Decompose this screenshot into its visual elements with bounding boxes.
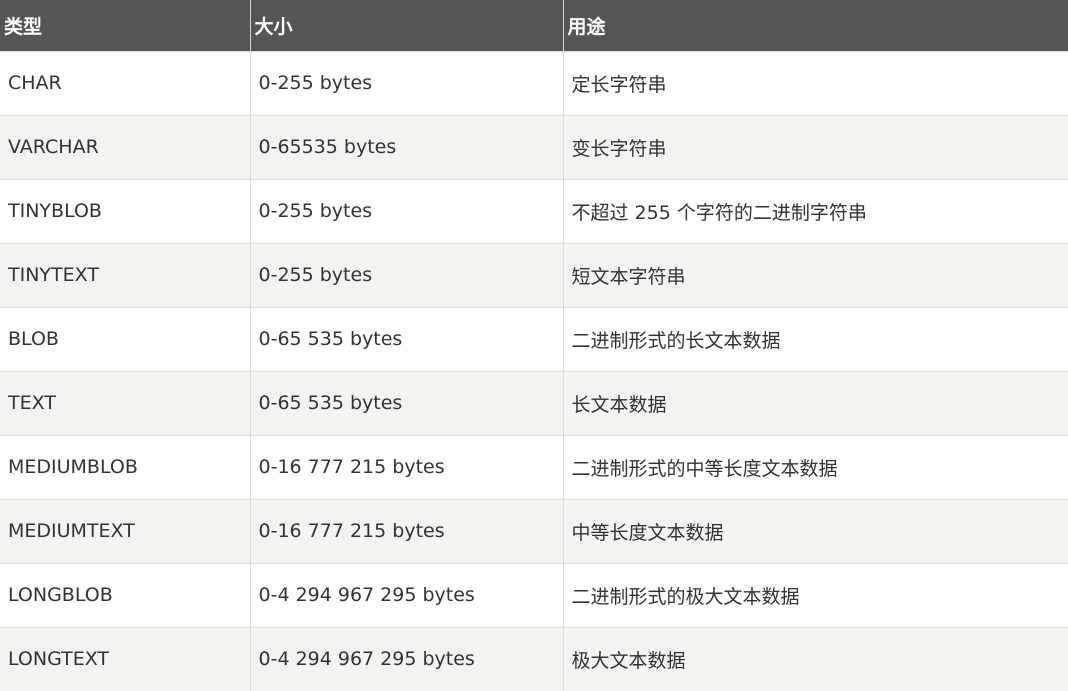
table-row: BLOB 0-65 535 bytes 二进制形式的长文本数据 — [0, 306, 1068, 371]
table-row: VARCHAR 0-65535 bytes 变长字符串 — [0, 114, 1068, 179]
header-type: 类型 — [0, 0, 250, 51]
table-body: CHAR 0-255 bytes 定长字符串 VARCHAR 0-65535 b… — [0, 50, 1068, 691]
type-cell: MEDIUMBLOB — [0, 434, 250, 499]
table-row: MEDIUMTEXT 0-16 777 215 bytes 中等长度文本数据 — [0, 498, 1068, 563]
usage-cell: 定长字符串 — [562, 50, 1068, 115]
header-row: 类型 大小 用途 — [0, 0, 1068, 51]
usage-cell: 不超过 255 个字符的二进制字符串 — [562, 178, 1068, 243]
table-row: TEXT 0-65 535 bytes 长文本数据 — [0, 370, 1068, 435]
size-cell: 0-65535 bytes — [249, 114, 563, 179]
usage-cell: 短文本字符串 — [562, 242, 1068, 307]
usage-cell: 极大文本数据 — [562, 626, 1068, 691]
type-cell: TINYTEXT — [0, 242, 250, 307]
header-size: 大小 — [249, 0, 563, 51]
usage-cell: 二进制形式的中等长度文本数据 — [562, 434, 1068, 499]
table-row: CHAR 0-255 bytes 定长字符串 — [0, 50, 1068, 115]
size-cell: 0-4 294 967 295 bytes — [249, 562, 563, 627]
table-row: TINYTEXT 0-255 bytes 短文本字符串 — [0, 242, 1068, 307]
table-row: MEDIUMBLOB 0-16 777 215 bytes 二进制形式的中等长度… — [0, 434, 1068, 499]
table-row: TINYBLOB 0-255 bytes 不超过 255 个字符的二进制字符串 — [0, 178, 1068, 243]
table-header: 类型 大小 用途 — [0, 0, 1068, 51]
header-usage: 用途 — [562, 0, 1068, 51]
size-cell: 0-65 535 bytes — [249, 306, 563, 371]
size-cell: 0-65 535 bytes — [249, 370, 563, 435]
size-cell: 0-16 777 215 bytes — [249, 498, 563, 563]
type-cell: BLOB — [0, 306, 250, 371]
type-cell: CHAR — [0, 50, 250, 115]
table-row: LONGBLOB 0-4 294 967 295 bytes 二进制形式的极大文… — [0, 562, 1068, 627]
usage-cell: 变长字符串 — [562, 114, 1068, 179]
size-cell: 0-255 bytes — [249, 178, 563, 243]
string-types-table: 类型 大小 用途 CHAR 0-255 bytes 定长字符串 VARCHAR … — [0, 0, 1068, 691]
size-cell: 0-255 bytes — [249, 242, 563, 307]
usage-cell: 长文本数据 — [562, 370, 1068, 435]
type-cell: MEDIUMTEXT — [0, 498, 250, 563]
type-cell: TINYBLOB — [0, 178, 250, 243]
table-row: LONGTEXT 0-4 294 967 295 bytes 极大文本数据 — [0, 626, 1068, 691]
size-cell: 0-16 777 215 bytes — [249, 434, 563, 499]
usage-cell: 二进制形式的极大文本数据 — [562, 562, 1068, 627]
usage-cell: 中等长度文本数据 — [562, 498, 1068, 563]
size-cell: 0-4 294 967 295 bytes — [249, 626, 563, 691]
type-cell: TEXT — [0, 370, 250, 435]
size-cell: 0-255 bytes — [249, 50, 563, 115]
type-cell: LONGBLOB — [0, 562, 250, 627]
type-cell: VARCHAR — [0, 114, 250, 179]
type-cell: LONGTEXT — [0, 626, 250, 691]
usage-cell: 二进制形式的长文本数据 — [562, 306, 1068, 371]
